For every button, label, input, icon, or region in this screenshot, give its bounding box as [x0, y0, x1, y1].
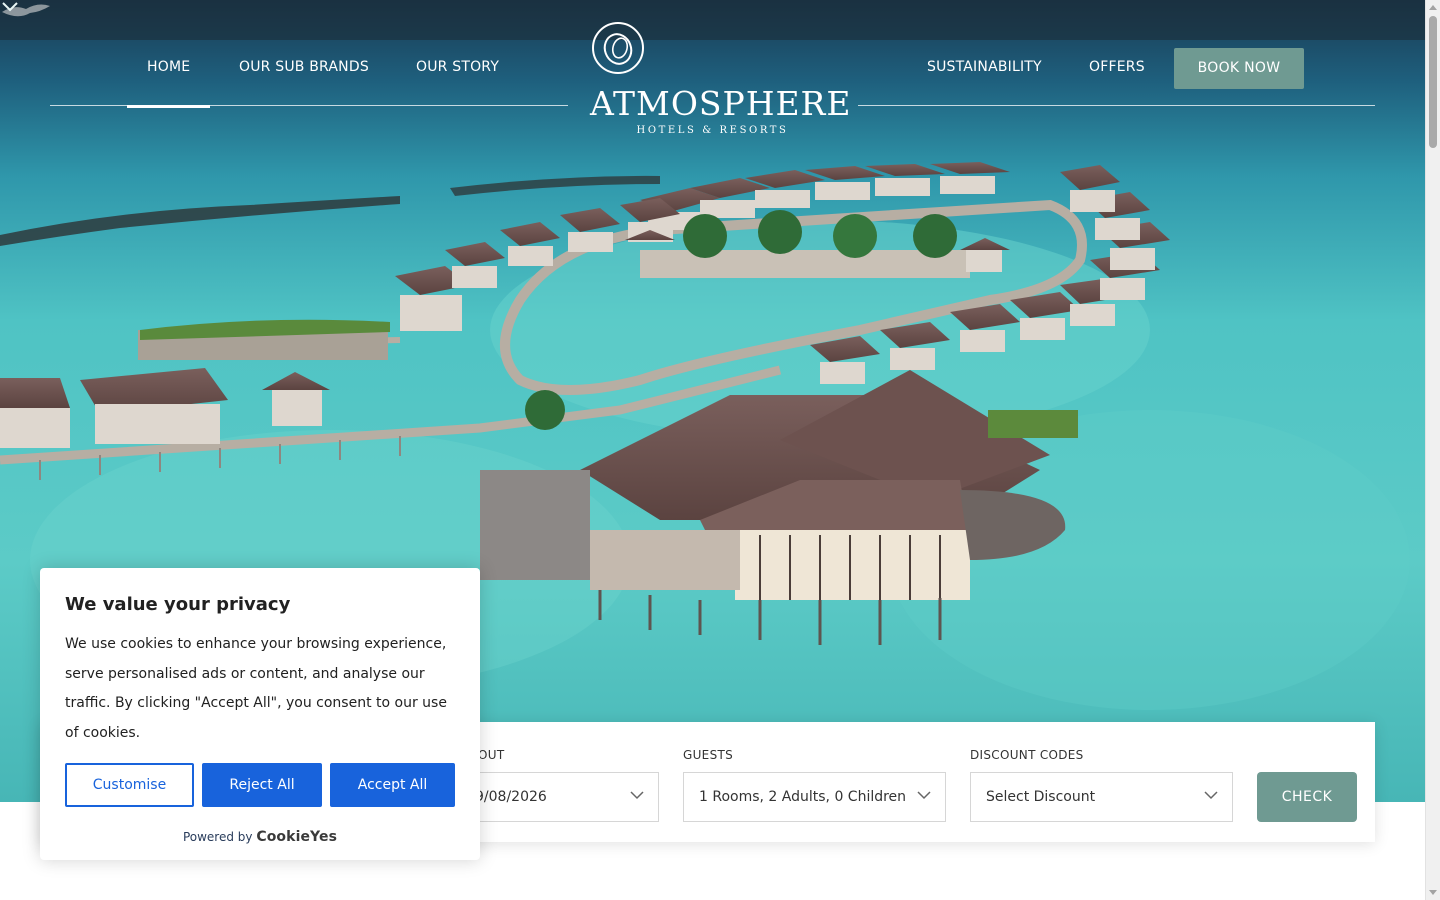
guests-select[interactable]: 1 Rooms, 2 Adults, 0 Children [683, 772, 946, 822]
cookieyes-logo[interactable]: CookieYes [256, 829, 337, 845]
checkout-date-field[interactable]: 9/08/2026 [463, 772, 659, 822]
powered-by-label: Powered by [182, 830, 253, 844]
chevron-down-icon[interactable] [0, 0, 20, 14]
guests-label: GUESTS [683, 748, 734, 762]
page: HOME OUR SUB BRANDS OUR STORY ATMOSPHERE… [0, 0, 1440, 900]
nav-offers-link[interactable]: OFFERS [1089, 59, 1145, 75]
book-now-button[interactable]: BOOK NOW [1174, 48, 1304, 89]
nav-right: SUSTAINABILITY OFFERS BOOK NOW [858, 30, 1375, 106]
chevron-down-icon [917, 791, 931, 800]
cookie-banner: We value your privacy We use cookies to … [40, 568, 480, 860]
nav-sustainability-link[interactable]: SUSTAINABILITY [927, 59, 1042, 75]
brand-logo[interactable]: ATMOSPHERE HOTELS & RESORTS [590, 20, 852, 142]
accept-all-button[interactable]: Accept All [330, 763, 455, 807]
guests-value: 1 Rooms, 2 Adults, 0 Children [699, 789, 907, 805]
cookie-title: We value your privacy [65, 594, 291, 615]
check-button[interactable]: CHECK [1257, 772, 1357, 822]
nav-home-link[interactable]: HOME [126, 59, 211, 108]
logo-mark-icon [592, 22, 644, 74]
scroll-down-icon[interactable] [1429, 890, 1437, 895]
checkout-label: OUT [478, 748, 505, 762]
customise-button[interactable]: Customise [65, 763, 194, 807]
nav-sub-brands-link[interactable]: OUR SUB BRANDS [239, 59, 369, 75]
reject-all-button[interactable]: Reject All [202, 763, 322, 807]
checkout-date-value: 9/08/2026 [475, 789, 547, 805]
discount-value: Select Discount [986, 789, 1096, 805]
discount-select[interactable]: Select Discount [970, 772, 1233, 822]
cookie-text: We use cookies to enhance your browsing … [65, 636, 447, 741]
nav-left: HOME OUR SUB BRANDS OUR STORY [50, 30, 568, 108]
chevron-down-icon [1204, 791, 1218, 800]
chevron-down-icon [630, 791, 644, 800]
page-scrollbar[interactable] [1425, 0, 1440, 900]
nav-our-story-link[interactable]: OUR STORY [416, 59, 499, 75]
scroll-up-icon[interactable] [1429, 5, 1437, 10]
brand-name: ATMOSPHERE [590, 84, 852, 123]
discount-label: DISCOUNT CODES [970, 748, 1084, 762]
brand-tagline: HOTELS & RESORTS [636, 125, 789, 136]
scrollbar-thumb[interactable] [1429, 16, 1437, 148]
powered-by: Powered by CookieYes [40, 829, 480, 845]
